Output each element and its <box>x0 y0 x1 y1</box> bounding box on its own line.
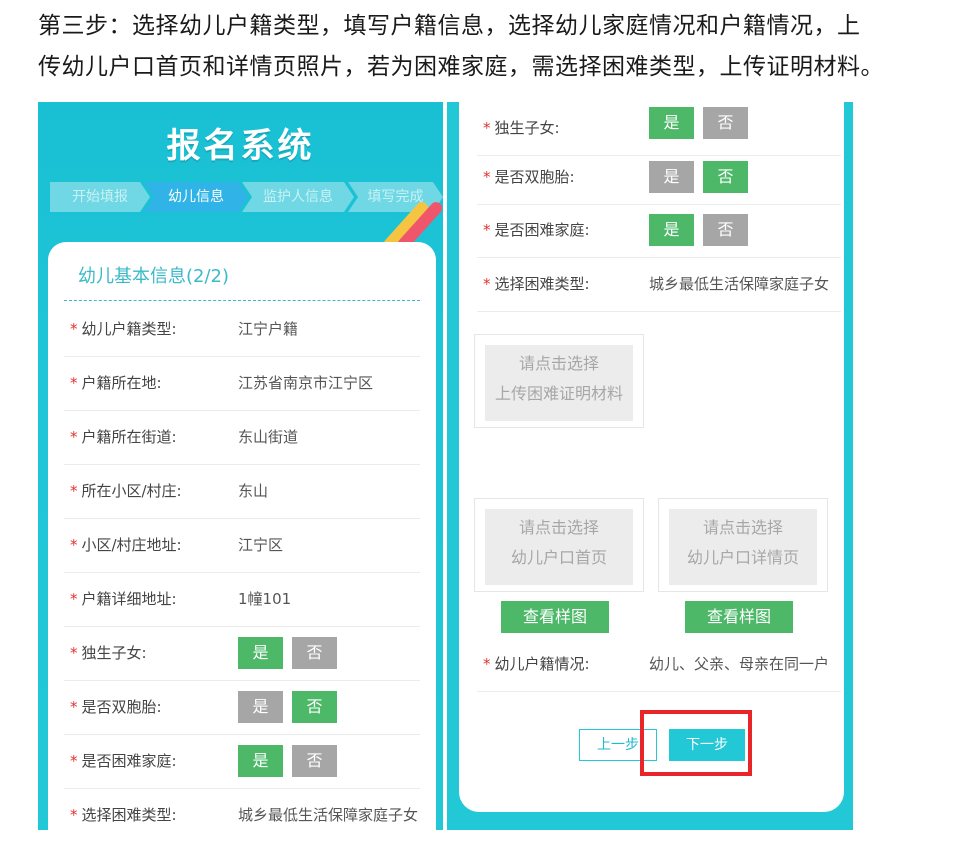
upload-placeholder: 请点击选择 上传困难证明材料 <box>485 345 633 421</box>
field-row-hardship: * 是否困难家庭: 是否 <box>64 735 420 789</box>
upload-hukou-home-page[interactable]: 请点击选择 幼儿户口首页 <box>474 498 644 592</box>
field-row-community-address[interactable]: * 小区/村庄地址: 江宁区 <box>64 519 420 573</box>
toggle-group: 是否 <box>238 691 346 723</box>
field-value: 江苏省南京市江宁区 <box>238 374 374 392</box>
field-label: * 幼儿户籍类型: <box>70 320 177 338</box>
field-row-community[interactable]: * 所在小区/村庄: 东山 <box>64 465 420 519</box>
required-mark: * <box>70 590 78 608</box>
field-row-twins: * 是否双胞胎: 是否 <box>477 151 841 205</box>
view-sample-home-button[interactable]: 查看样图 <box>501 601 609 633</box>
field-value: 东山 <box>238 482 269 500</box>
field-row-only-child: * 独生子女: 是否 <box>477 102 841 156</box>
twins-no-button[interactable]: 否 <box>292 691 337 723</box>
field-row-hukou-location[interactable]: * 户籍所在地: 江苏省南京市江宁区 <box>64 357 420 411</box>
step-child-info: 幼儿信息 <box>144 182 248 212</box>
toggle-group: 是否 <box>238 637 346 669</box>
field-row-detail-address[interactable]: * 户籍详细地址: 1幢101 <box>64 573 420 627</box>
field-label: * 户籍所在地: <box>70 374 162 392</box>
field-label: * 所在小区/村庄: <box>70 482 182 500</box>
field-label: * 户籍详细地址: <box>70 590 177 608</box>
required-mark: * <box>70 752 78 770</box>
instruction-text: 第三步：选择幼儿户籍类型，填写户籍信息，选择幼儿家庭情况和户籍情况，上 传幼儿户… <box>38 6 938 88</box>
app-title: 报名系统 <box>166 126 315 166</box>
field-value: 东山街道 <box>238 428 299 446</box>
instruction-line-1: 第三步：选择幼儿户籍类型，填写户籍信息，选择幼儿家庭情况和户籍情况，上 <box>38 13 861 39</box>
field-value: 1幢101 <box>238 590 292 608</box>
required-mark: * <box>70 320 78 338</box>
only-child-no-button[interactable]: 否 <box>292 637 337 669</box>
step-progress: 开始填报 幼儿信息 监护人信息 填写完成 <box>50 182 443 212</box>
required-mark: * <box>70 374 78 392</box>
twins-yes-button[interactable]: 是 <box>238 691 283 723</box>
next-step-highlight <box>640 710 752 776</box>
field-label: * 是否困难家庭: <box>70 752 177 770</box>
child-info-card: 幼儿基本信息(2/2) * 幼儿户籍类型: 江宁户籍 * 户籍所在地: 江苏省南京市… <box>48 242 436 830</box>
required-mark: * <box>483 655 491 673</box>
view-sample-detail-button[interactable]: 查看样图 <box>685 601 793 633</box>
hardship-no-button[interactable]: 否 <box>703 214 748 246</box>
section-divider <box>64 300 420 301</box>
left-phone-screen: 报名系统 开始填报 幼儿信息 监护人信息 填写完成 幼儿基本信息(2/2) * 幼… <box>38 102 443 830</box>
required-mark: * <box>70 482 78 500</box>
field-label: * 选择困难类型: <box>70 806 177 824</box>
field-label: * 户籍所在街道: <box>70 428 177 446</box>
field-row-hardship-type[interactable]: * 选择困难类型: 城乡最低生活保障家庭子女 <box>477 258 841 312</box>
required-mark: * <box>70 536 78 554</box>
field-row-hardship-type[interactable]: * 选择困难类型: 城乡最低生活保障家庭子女 <box>64 789 420 830</box>
instruction-line-2: 传幼儿户口首页和详情页照片，若为困难家庭，需选择困难类型，上传证明材料。 <box>38 54 884 80</box>
field-value: 江宁区 <box>238 536 284 554</box>
upload-placeholder: 请点击选择 幼儿户口详情页 <box>669 509 817 585</box>
field-label: * 是否双胞胎: <box>483 168 575 186</box>
field-label: * 选择困难类型: <box>483 275 590 293</box>
field-row-hukou-status[interactable]: * 幼儿户籍情况: 幼儿、父亲、母亲在同一户 <box>477 638 841 692</box>
upload-hardship-proof[interactable]: 请点击选择 上传困难证明材料 <box>474 334 644 428</box>
section-title: 幼儿基本信息(2/2) <box>78 266 230 287</box>
hardship-yes-button[interactable]: 是 <box>649 214 694 246</box>
step-guardian-info: 监护人信息 <box>242 182 354 212</box>
field-row-only-child: * 独生子女: 是否 <box>64 627 420 681</box>
required-mark: * <box>70 428 78 446</box>
field-row-hukou-type[interactable]: * 幼儿户籍类型: 江宁户籍 <box>64 303 420 357</box>
field-label: * 是否困难家庭: <box>483 221 590 239</box>
hardship-no-button[interactable]: 否 <box>292 745 337 777</box>
toggle-group: 是否 <box>649 214 757 246</box>
required-mark: * <box>483 119 491 137</box>
field-value: 城乡最低生活保障家庭子女 <box>238 806 419 824</box>
field-value: 江宁户籍 <box>238 320 299 338</box>
toggle-group: 是否 <box>238 745 346 777</box>
field-label: * 小区/村庄地址: <box>70 536 182 554</box>
required-mark: * <box>70 806 78 824</box>
twins-yes-button[interactable]: 是 <box>649 161 694 193</box>
upload-placeholder: 请点击选择 幼儿户口首页 <box>485 509 633 585</box>
hardship-yes-button[interactable]: 是 <box>238 745 283 777</box>
upload-hukou-detail-page[interactable]: 请点击选择 幼儿户口详情页 <box>658 498 828 592</box>
only-child-no-button[interactable]: 否 <box>703 107 748 139</box>
field-label: * 独生子女: <box>70 644 147 662</box>
required-mark: * <box>483 168 491 186</box>
field-row-hardship: * 是否困难家庭: 是否 <box>477 204 841 258</box>
twins-no-button[interactable]: 否 <box>703 161 748 193</box>
field-value: 城乡最低生活保障家庭子女 <box>649 275 830 293</box>
required-mark: * <box>483 275 491 293</box>
field-row-twins: * 是否双胞胎: 是否 <box>64 681 420 735</box>
required-mark: * <box>70 698 78 716</box>
child-info-card-continued: * 独生子女: 是否 * 是否双胞胎: 是否 * 是否困难家庭: 是否 * 选择困难类型… <box>459 102 844 812</box>
field-row-hukou-street[interactable]: * 户籍所在街道: 东山街道 <box>64 411 420 465</box>
toggle-group: 是否 <box>649 161 757 193</box>
required-mark: * <box>483 221 491 239</box>
field-label: * 独生子女: <box>483 119 560 137</box>
step-start: 开始填报 <box>50 182 150 212</box>
required-mark: * <box>70 644 78 662</box>
only-child-yes-button[interactable]: 是 <box>238 637 283 669</box>
only-child-yes-button[interactable]: 是 <box>649 107 694 139</box>
field-value: 幼儿、父亲、母亲在同一户 <box>649 655 830 673</box>
field-label: * 是否双胞胎: <box>70 698 162 716</box>
field-label: * 幼儿户籍情况: <box>483 655 590 673</box>
toggle-group: 是否 <box>649 107 757 139</box>
